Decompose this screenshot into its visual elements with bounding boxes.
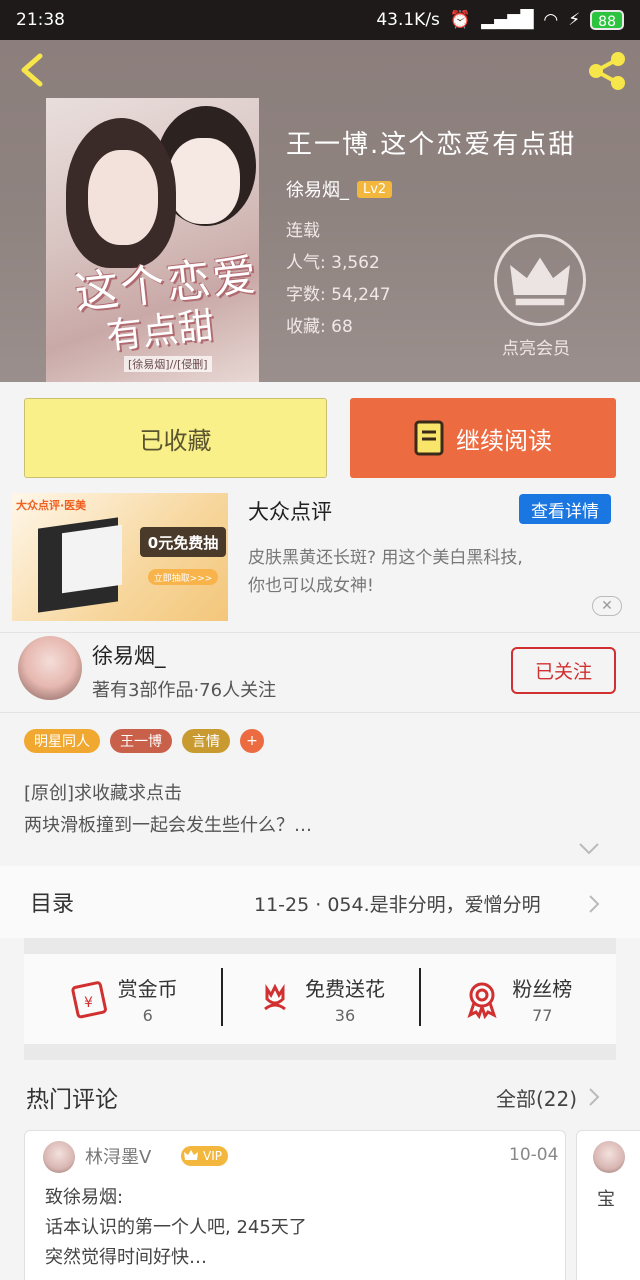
author-avatar[interactable] [18,636,82,700]
toc-latest-chapter[interactable]: 11-25 · 054.是非分明，爱憎分明 [254,890,541,917]
book-cover[interactable]: 这个恋爱 有点甜 [徐易烟]//[侵删] [46,98,259,382]
author-name[interactable]: 徐易烟_ [286,176,349,202]
stat-label: 免费送花 [304,977,385,1001]
ad-product-inner [62,524,122,594]
cover-title-2: 有点甜 [104,305,217,358]
book-title: 王一博.这个恋爱有点甜 [286,130,577,160]
svg-text:¥: ¥ [84,995,93,1011]
saved-button[interactable]: 已收藏 [24,398,327,478]
stat-label: 粉丝榜 [512,977,573,1001]
signal-icon: ▂▄▆█ [481,10,534,30]
vip-badge: VIP [181,1146,228,1166]
book-popularity: 人气: 3,562 [286,253,380,273]
ad-brand: 大众点评·医美 [16,499,87,512]
battery-indicator: 88 [590,10,624,30]
share-icon[interactable] [586,50,628,92]
chevron-right-icon [589,895,600,913]
vip-crown-button[interactable] [494,234,586,326]
hot-comments-title: 热门评论 [26,1087,118,1113]
ad-desc-line: 你也可以成女神! [248,576,374,596]
ad-details-button[interactable]: 查看详情 [519,494,611,524]
comment-body: 致徐易烟: 话本认识的第一个人吧, 245天了 突然觉得时间好快… [45,1183,307,1273]
vip-badge-label: VIP [203,1149,222,1163]
comment-line: 突然觉得时间好快… [45,1247,207,1268]
back-arrow-icon[interactable] [16,52,48,88]
stat-label: 赏金币 [117,977,178,1001]
crown-icon [184,1150,198,1160]
ad-description: 皮肤黑黄还长斑? 用这个美白黑科技, 你也可以成女神! [248,544,618,600]
send-flower-button[interactable]: 免费送花 36 [221,954,418,1044]
reward-coins-button[interactable]: ¥ 赏金币 6 [24,954,221,1044]
stat-value: 6 [142,1006,153,1025]
charging-icon: ⚡ [568,10,581,30]
description-line: [原创]求收藏求点击 [24,783,183,804]
book-icon [414,420,444,456]
ad-close-button[interactable]: ✕ [592,596,622,616]
book-word-count: 字数: 54,247 [286,285,391,305]
level-badge: Lv2 [357,180,393,198]
saved-label: 已收藏 [139,426,212,455]
description-line: 两块滑板撞到一起会发生些什么？… [24,815,312,836]
ad-free-text: 0元免费抽 [140,527,226,557]
expand-chevron-icon[interactable] [578,842,600,856]
tag-item[interactable]: 言情 [182,729,230,753]
comment-line: 致徐易烟: [45,1187,124,1208]
all-comments-link[interactable]: 全部(22) [496,1083,577,1112]
divider [0,712,640,713]
status-bar: 21:38 43.1K/s ⏰ ▂▄▆█ ◠ ⚡ 88 [0,0,640,40]
cover-tag: [徐易烟]//[侵删] [124,356,212,372]
author-card-name[interactable]: 徐易烟_ [92,640,166,670]
chevron-right-icon [589,1088,600,1106]
cover-figure-face [168,138,240,224]
tag-item[interactable]: 明星同人 [24,729,100,753]
commenter-name[interactable]: 林浔墨V [85,1143,151,1169]
follow-button[interactable]: 已关注 [511,647,616,694]
author-row[interactable]: 徐易烟_ Lv2 [286,176,393,202]
stat-value: 77 [532,1006,553,1025]
wifi-icon: ◠ [543,10,559,30]
book-description: [原创]求收藏求点击 两块滑板撞到一起会发生些什么？… [24,778,312,842]
continue-reading-button[interactable]: 继续阅读 [350,398,616,478]
comment-card[interactable]: 宝 [576,1130,640,1280]
flower-icon [264,983,286,1011]
comment-card[interactable]: 林浔墨V VIP 10-04 致徐易烟: 话本认识的第一个人吧, 245天了 突… [24,1130,566,1280]
comment-line: 话本认识的第一个人吧, 245天了 [45,1217,307,1238]
cover-figure-face [88,150,158,245]
medal-icon [467,982,497,1019]
commenter-avatar[interactable] [43,1141,75,1173]
book-status: 连载 [286,221,320,241]
ad-image[interactable]: 大众点评·医美 0元免费抽 立即抽取>>> [12,493,228,621]
red-envelope-icon: ¥ [71,981,107,1019]
tag-list: 明星同人 王一博 言情 + [24,729,264,753]
ad-draw-button[interactable]: 立即抽取>>> [148,569,218,585]
divider [0,632,640,633]
comment-line: 宝 [597,1189,615,1210]
ad-title: 大众点评 [248,500,332,524]
comment-date: 10-04 [509,1145,559,1165]
ad-desc-line: 皮肤黑黄还长斑? 用这个美白黑科技, [248,548,523,568]
crown-icon [510,257,570,306]
toc-label[interactable]: 目录 [30,886,74,918]
section-band [24,938,616,954]
add-tag-button[interactable]: + [240,729,264,753]
continue-label: 继续阅读 [456,426,552,455]
author-card-subtitle: 著有3部作品·76人关注 [92,680,277,701]
tag-item[interactable]: 王一博 [110,729,172,753]
fan-ranking-button[interactable]: 粉丝榜 77 [418,954,616,1044]
commenter-avatar[interactable] [593,1141,625,1173]
section-band [24,1044,616,1060]
stats-row: ¥ 赏金币 6 免费送花 36 粉丝榜 77 [24,954,616,1044]
alarm-icon: ⏰ [449,10,472,30]
stat-value: 36 [334,1006,356,1025]
book-header: 21:38 43.1K/s ⏰ ▂▄▆█ ◠ ⚡ 88 这个恋爱 有点甜 [徐易… [0,0,640,382]
book-favorites: 收藏: 68 [286,317,353,337]
network-speed: 43.1K/s [376,10,440,30]
vip-label: 点亮会员 [502,339,570,359]
status-time: 21:38 [16,10,65,30]
